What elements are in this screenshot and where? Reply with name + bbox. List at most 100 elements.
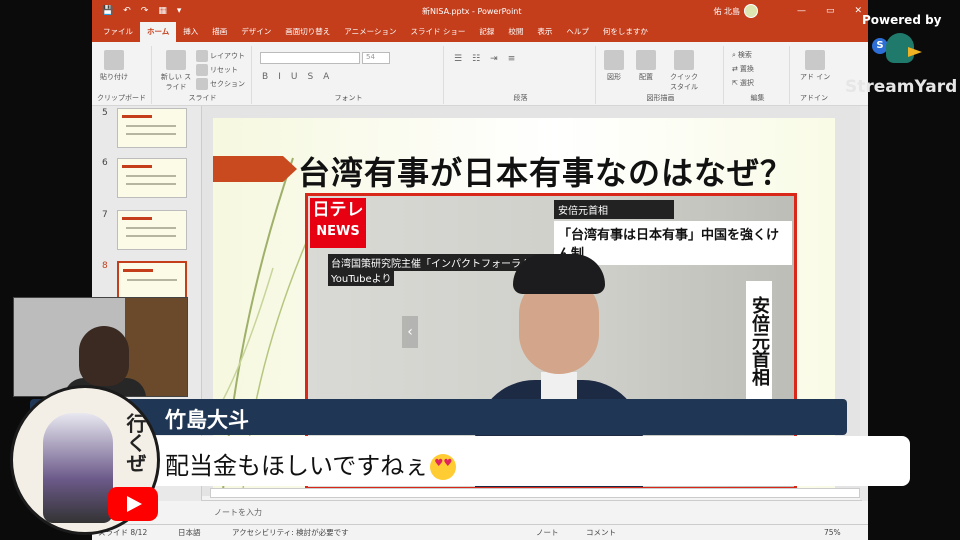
quick-access-toolbar: 💾 ↶ ↷ ▦ ▾ [92, 6, 181, 16]
horizontal-scrollbar[interactable] [210, 488, 860, 498]
bullets-icon[interactable]: ☰ [454, 54, 462, 64]
tab-home[interactable]: ホーム [140, 21, 177, 42]
user-account[interactable]: 佑 北島 [713, 4, 758, 18]
minimize-button[interactable]: — [797, 6, 806, 16]
find-button[interactable]: ⌕ 検索 [732, 50, 752, 60]
group-addins: アド イン アドイン [792, 46, 836, 104]
tab-review[interactable]: 校閲 [501, 26, 530, 42]
video-source: YouTubeより [328, 269, 395, 286]
user-name: 佑 北島 [713, 6, 740, 16]
ribbon: 貼り付け クリップボード 新しい スライド レイアウト リセット セクション ス… [92, 42, 868, 106]
thumbnail-image [117, 108, 187, 148]
shape-button[interactable]: 図形 [604, 50, 624, 82]
vertical-name: 安倍元首相 [746, 281, 772, 401]
paste-icon [104, 50, 124, 70]
commenter-name: 竹島大斗 [165, 408, 249, 432]
addins-button[interactable]: アド イン [800, 50, 830, 82]
section-icon [196, 78, 208, 90]
avatar [744, 4, 758, 18]
select-button[interactable]: ⇱ 選択 [732, 78, 754, 88]
accessibility-status[interactable]: アクセシビリティ: 検討が必要です [232, 527, 349, 538]
shapes-icon [604, 50, 624, 70]
section-button[interactable]: セクション [196, 78, 245, 90]
ribbon-tabs: ファイル ホーム 挿入 描画 デザイン 画面切り替え アニメーション スライド … [92, 21, 868, 42]
tab-insert[interactable]: 挿入 [176, 26, 205, 42]
group-clipboard: 貼り付け クリップボード [92, 46, 152, 104]
tab-draw[interactable]: 描画 [205, 26, 234, 42]
italic-button[interactable]: I [278, 72, 281, 82]
zoom-level[interactable]: 75% [824, 528, 841, 537]
thumbnail-image [117, 261, 187, 301]
tab-help[interactable]: ヘルプ [559, 26, 596, 42]
redo-icon[interactable]: ↷ [141, 6, 149, 16]
streamyard-brand: StreamYard [845, 77, 958, 97]
heart-eyes-emoji-icon [430, 454, 457, 480]
title-bar: 💾 ↶ ↷ ▦ ▾ 新NISA.pptx - PowerPoint 佑 北島 —… [92, 0, 868, 22]
quick-styles-icon [674, 50, 694, 70]
bold-button[interactable]: B [262, 72, 268, 82]
tab-slideshow[interactable]: スライド ショー [403, 26, 472, 42]
indent-icon[interactable]: ⇥ [490, 54, 498, 64]
group-paragraph: ☰ ☷ ⇥ ≡ 段落 [446, 46, 596, 104]
search-icon: ⌕ [732, 50, 736, 59]
replace-button[interactable]: ⇄ 置換 [732, 64, 754, 74]
window-title: 新NISA.pptx - PowerPoint [422, 6, 522, 16]
news-logo: 日テレ NEWS [310, 198, 366, 248]
notes-button[interactable]: ノート [536, 527, 559, 538]
group-editing: ⌕ 検索 ⇄ 置換 ⇱ 選択 編集 [726, 46, 790, 104]
addins-icon [805, 50, 826, 70]
underline-button[interactable]: U [291, 72, 298, 82]
customize-icon[interactable]: ▾ [177, 6, 182, 16]
comments-button[interactable]: コメント [586, 527, 616, 538]
tab-animations[interactable]: アニメーション [337, 26, 403, 42]
status-bar: スライド 8/12 日本語 アクセシビリティ: 検討が必要です ノート コメント… [92, 524, 868, 540]
reset-icon [196, 64, 208, 76]
thumbnail-image [117, 210, 187, 250]
undo-icon[interactable]: ↶ [123, 6, 131, 16]
arrange-button[interactable]: 配置 [636, 50, 656, 82]
tab-design[interactable]: デザイン [234, 26, 278, 42]
tab-view[interactable]: 表示 [530, 26, 559, 42]
new-slide-button[interactable]: 新しい スライド [160, 50, 192, 92]
webcam-feed [13, 297, 188, 397]
tell-me-search[interactable]: 何をしますか [596, 26, 655, 42]
font-size-field[interactable]: 54 [362, 52, 390, 64]
strike-button[interactable]: S [307, 72, 313, 82]
title-arrow [213, 156, 297, 182]
tab-record[interactable]: 記録 [472, 26, 501, 42]
group-drawing: 図形 配置 クイック スタイル 図形描画 [598, 46, 724, 104]
quick-styles-button[interactable]: クイック スタイル [668, 50, 700, 92]
notes-pane[interactable]: ノートを入力 [202, 500, 862, 522]
align-icon[interactable]: ≡ [508, 54, 516, 64]
window-controls: — ▭ ✕ [797, 6, 862, 16]
group-slides: 新しい スライド レイアウト リセット セクション スライド [154, 46, 252, 104]
font-name-field[interactable] [260, 52, 360, 64]
language[interactable]: 日本語 [178, 527, 201, 538]
group-font: 54 BIUSA フォント [254, 46, 444, 104]
video-prev-button[interactable]: ‹ [402, 316, 418, 348]
maximize-button[interactable]: ▭ [826, 6, 835, 16]
paste-button[interactable]: 貼り付け [100, 50, 128, 82]
speaker-tag: 安倍元首相 [554, 200, 674, 219]
comment-message: 配当金もほしいですねぇ [165, 446, 457, 481]
arrange-icon [636, 50, 656, 70]
new-slide-icon [166, 50, 186, 70]
tab-file[interactable]: ファイル [96, 26, 140, 42]
present-icon[interactable]: ▦ [158, 6, 167, 16]
paragraph-buttons: ☰ ☷ ⇥ ≡ [454, 54, 515, 64]
save-icon[interactable]: 💾 [102, 6, 113, 16]
select-icon: ⇱ [732, 79, 738, 87]
numbering-icon[interactable]: ☷ [472, 54, 480, 64]
slide-title[interactable]: 台湾有事が日本有事なのはなぜ？ [298, 148, 793, 194]
tab-transitions[interactable]: 画面切り替え [278, 26, 337, 42]
reset-button[interactable]: リセット [196, 64, 238, 76]
replace-icon: ⇄ [732, 65, 738, 73]
thumbnail-image [117, 158, 187, 198]
close-button[interactable]: ✕ [854, 6, 862, 16]
layout-button[interactable]: レイアウト [196, 50, 245, 62]
font-color-button[interactable]: A [323, 72, 329, 82]
powered-by-label: Powered by [862, 13, 942, 27]
streamyard-logo-icon: S [872, 33, 922, 73]
format-buttons: BIUSA [262, 72, 329, 82]
layout-icon [196, 50, 208, 62]
